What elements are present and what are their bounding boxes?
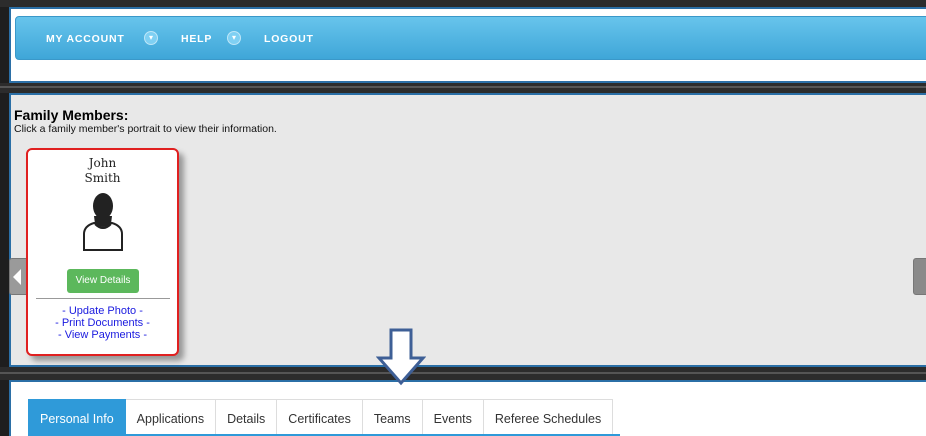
print-documents-link[interactable]: - Print Documents - <box>28 318 177 329</box>
tab-certificates[interactable]: Certificates <box>277 399 363 436</box>
separator-band <box>0 83 926 93</box>
carousel-next-button[interactable] <box>913 258 926 295</box>
menu-logout[interactable]: LOGOUT <box>264 17 314 61</box>
update-photo-link[interactable]: - Update Photo - <box>28 306 177 317</box>
menu-my-account[interactable]: MY ACCOUNT <box>46 17 125 61</box>
top-dark-band <box>0 0 926 7</box>
person-silhouette-icon[interactable] <box>76 190 130 252</box>
family-member-card[interactable]: John Smith View Details - Update Photo -… <box>26 148 179 356</box>
menu-help[interactable]: HELP <box>181 17 212 61</box>
tab-details[interactable]: Details <box>216 399 278 436</box>
separator-line <box>0 372 926 374</box>
chevron-down-icon[interactable]: ▾ <box>144 31 158 45</box>
view-payments-link[interactable]: - View Payments - <box>28 330 177 341</box>
member-last-name: Smith <box>84 171 121 185</box>
profile-tabs: Personal Info Applications Details Certi… <box>28 399 614 436</box>
separator-line <box>0 86 926 88</box>
family-members-instructions: Click a family member's portrait to view… <box>14 123 277 135</box>
main-menu-bar: MY ACCOUNT ▾ HELP ▾ LOGOUT <box>15 16 926 60</box>
tab-personal-info[interactable]: Personal Info <box>28 399 126 436</box>
tab-referee-schedules[interactable]: Referee Schedules <box>483 399 614 436</box>
member-first-name: John <box>88 156 117 170</box>
page: MY ACCOUNT ▾ HELP ▾ LOGOUT Family Member… <box>0 0 926 436</box>
family-members-title: Family Members: <box>14 107 129 123</box>
tab-teams[interactable]: Teams <box>362 399 423 436</box>
view-details-button[interactable]: View Details <box>67 269 139 293</box>
card-divider <box>36 298 170 299</box>
chevron-down-icon[interactable]: ▾ <box>227 31 241 45</box>
tab-applications[interactable]: Applications <box>125 399 217 436</box>
tab-events[interactable]: Events <box>422 399 484 436</box>
down-arrow-icon <box>376 328 426 386</box>
